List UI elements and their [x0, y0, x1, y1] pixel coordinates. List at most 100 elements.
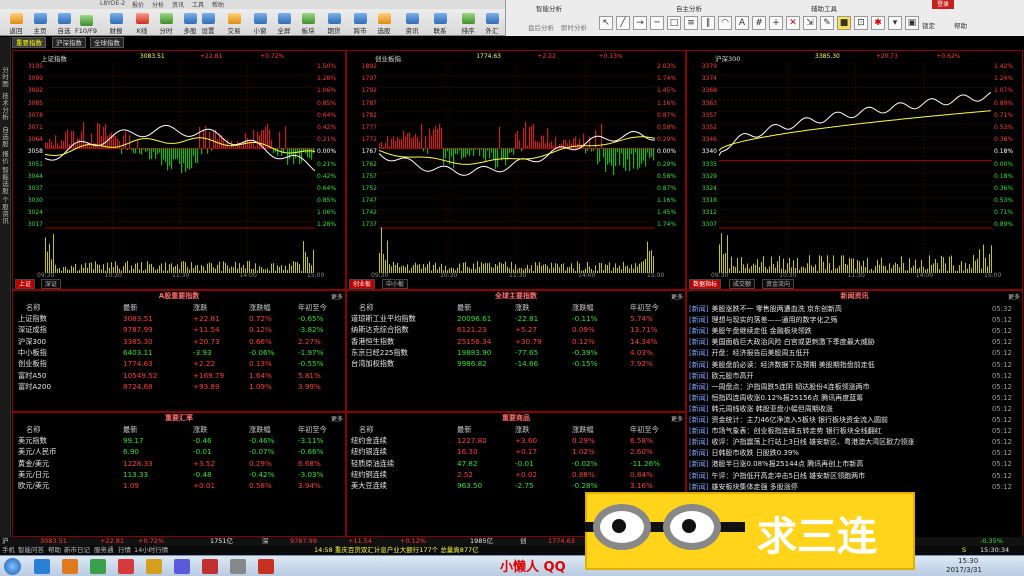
toolbar-button-5[interactable]: K线	[130, 10, 154, 35]
chart-bottom-tab[interactable]: 中小板	[382, 279, 409, 289]
news-item[interactable]: [新闻] 美国面临巨大政治风险 白宫或更刺激下季度最大威胁 05:12	[689, 337, 1020, 348]
toolbar-button-10[interactable]: 小窗	[248, 10, 272, 35]
nav-smart-pick[interactable]: 智能选股	[1, 167, 10, 195]
table-row[interactable]: 纳斯达克综合指数 6121.23 +5.27 0.09% 13.71%	[347, 324, 685, 335]
table-row[interactable]: 富时A200 8724.68 +93.89 1.09% 3.99%	[13, 381, 345, 392]
ray-tool-icon[interactable]: →	[633, 16, 647, 30]
color-tool-icon[interactable]: ■	[837, 16, 851, 30]
taskbar-app-8-icon[interactable]	[230, 559, 246, 574]
taskbar-app-6-icon[interactable]	[174, 559, 190, 574]
news-item[interactable]: [新闻] 韩元周线收涨 韩股亚盘小幅但周期收涨 05:12	[689, 404, 1020, 415]
more-link[interactable]: 更多	[671, 292, 683, 301]
chart-bottom-tab[interactable]: 深证	[41, 279, 62, 289]
lock-tool-icon[interactable]: ⊡	[854, 16, 868, 30]
taskbar-app-5-icon[interactable]	[146, 559, 162, 574]
toolbar-button-18[interactable]: 排序	[456, 10, 480, 35]
status-diary[interactable]: 新市日记	[64, 546, 90, 555]
taskbar-app-4-icon[interactable]	[118, 559, 134, 574]
table-row[interactable]: 纽约银连续 16.30 +0.17 1.02% 2.60%	[347, 446, 685, 457]
save-tool-icon[interactable]: ▣	[905, 16, 919, 30]
table-row[interactable]: 香港恒生指数 25156.34 +30.79 0.12% 14.34%	[347, 336, 685, 347]
news-item[interactable]: [新闻] 一周盘点：沪指周跌5连阴 韧达股份4连板领涨两市 05:12	[689, 382, 1020, 393]
taskbar-app-7-icon[interactable]	[202, 559, 218, 574]
pencil-tool-icon[interactable]: ✎	[820, 16, 834, 30]
news-item[interactable]: [新闻] 欧元股市高开 05:12	[689, 371, 1020, 382]
dock-title-tools[interactable]: 辅助工具	[811, 3, 837, 13]
table-row[interactable]: 上证指数 3083.51 +22.81 0.72% -0.65%	[13, 313, 345, 324]
arc-tool-icon[interactable]: ◠	[718, 16, 732, 30]
dock-title-self[interactable]: 自主分析	[676, 3, 702, 13]
chart-bottom-tab[interactable]: 数据指标	[689, 279, 722, 289]
table-row[interactable]: 创业板指 1774.63 +2.22 0.13% -0.55%	[13, 358, 345, 369]
toolbar-button-3[interactable]: F10/F9	[74, 10, 98, 35]
table-row[interactable]: 深证成指 9787.99 +11.54 0.12% -3.82%	[13, 324, 345, 335]
toolbar-button-1[interactable]: 主页	[28, 10, 52, 35]
login-badge[interactable]: 登录	[932, 0, 954, 9]
status-mobile[interactable]: 手机	[2, 546, 15, 555]
pointer-tool-icon[interactable]: ⇲	[803, 16, 817, 30]
intraday-chart[interactable]	[719, 63, 992, 273]
table-row[interactable]: 道琼斯工业平均指数 20096.61 -22.81 -0.11% 5.74%	[347, 313, 685, 324]
magnet-tool-icon[interactable]: ✱	[871, 16, 885, 30]
tab-important-index[interactable]: 重要指数	[12, 37, 46, 48]
toolbar-button-16[interactable]: 资讯	[400, 10, 424, 35]
dropdown-tool-icon[interactable]: ▾	[888, 16, 902, 30]
taskbar-app-3-icon[interactable]	[90, 559, 106, 574]
dock-title-smart[interactable]: 智能分析	[536, 3, 562, 13]
news-item[interactable]: [新闻] 理想与现实的落差——通用的数字化之殇 05:12	[689, 315, 1020, 326]
news-more-link[interactable]: 更多	[1008, 292, 1020, 301]
news-item[interactable]: [新闻] 午评：沪指低开高走冲击5日线 雄安新区领跑两市 05:12	[689, 471, 1020, 482]
nav-timeshare[interactable]: 分时图	[1, 67, 10, 88]
table-row[interactable]: 欧元/美元 1.09 +0.01 0.58% 3.94%	[13, 480, 345, 491]
toolbar-button-14[interactable]: 跨市	[348, 10, 372, 35]
start-button-icon[interactable]	[4, 558, 21, 575]
chart-bottom-tab[interactable]: 成交额	[729, 279, 756, 289]
news-item[interactable]: [新闻] 日韩股市收跌 日股跌0.39% 05:12	[689, 448, 1020, 459]
table-row[interactable]: 中小板指 6403.11 -3.93 -0.06% -1.97%	[13, 347, 345, 358]
more-link[interactable]: 更多	[331, 414, 343, 423]
chart-bottom-tab[interactable]: 上证	[15, 279, 36, 289]
toolbar-button-17[interactable]: 联系	[428, 10, 452, 35]
toolbar-button-9[interactable]: 交易	[222, 10, 246, 35]
table-row[interactable]: 台湾加权指数 9986.82 -14.66 -0.15% 7.92%	[347, 358, 685, 369]
text-tool-icon[interactable]: A	[735, 16, 749, 30]
cross-tool-icon[interactable]: +	[769, 16, 783, 30]
toolbar-button-11[interactable]: 全屏	[272, 10, 296, 35]
table-row[interactable]: 轻质原油连续 47.82 -0.01 -0.02% -11.26%	[347, 458, 685, 469]
dock-tab-instant[interactable]: 即时分析	[561, 22, 587, 32]
table-row[interactable]: 沪深300 3385.30 +20.73 0.66% 2.27%	[13, 336, 345, 347]
news-item[interactable]: [新闻] 收评：沪指震荡上行站上3日线 雄安新区、粤港澳大湾区掀力领涨 05:12	[689, 437, 1020, 448]
toolbar-button-13[interactable]: 期货	[322, 10, 346, 35]
news-item[interactable]: [新闻] 美股盘前必读：经济数据下及预期 美股期指盘前走低 05:12	[689, 360, 1020, 371]
toolbar-button-8[interactable]: 设置	[196, 10, 220, 35]
taskbar-app-9-icon[interactable]	[258, 559, 274, 574]
table-row[interactable]: 纽约金连续 1227.80 +3.60 0.29% 6.58%	[347, 435, 685, 446]
dock-tab-after[interactable]: 盘后分析	[528, 22, 554, 32]
menu-item-tools[interactable]: 工具	[192, 0, 204, 9]
toolbar-button-4[interactable]: 财报	[104, 10, 128, 35]
nav-technical[interactable]: 技术分析	[1, 93, 10, 121]
menu-item-news[interactable]: 资讯	[172, 0, 184, 9]
news-item[interactable]: [新闻] 开盘：经济报告后美股周五低开 05:12	[689, 348, 1020, 359]
tab-global-index[interactable]: 全球指数	[90, 37, 124, 48]
table-row[interactable]: 富时A50 10549.52 +169.79 1.64% 5.81%	[13, 370, 345, 381]
news-item[interactable]: [新闻] 港股半日涨0.08%报25144点 腾讯再创上市新高 05:12	[689, 459, 1020, 470]
menu-item-analysis[interactable]: 分析	[152, 0, 164, 9]
rect-tool-icon[interactable]: □	[667, 16, 681, 30]
status-service[interactable]: 服务通	[94, 546, 114, 555]
toolbar-button-12[interactable]: 板块	[296, 10, 320, 35]
fib-tool-icon[interactable]: ≡	[684, 16, 698, 30]
nav-stock-news[interactable]: 个股资讯	[1, 197, 10, 225]
table-row[interactable]: 美大豆连续 963.50 -2.75 -0.28% 3.16%	[347, 480, 685, 491]
news-item[interactable]: [新闻] 恒指四连周收涨0.12%报25156点 腾讯再度蓝筹 05:12	[689, 393, 1020, 404]
news-item[interactable]: [新闻] 资金统计：主力46亿净流入5板块 银行板块资金流入圆前 05:12	[689, 415, 1020, 426]
nav-quote[interactable]: 报价	[1, 151, 10, 165]
nav-watchlist[interactable]: 自选股	[1, 127, 10, 148]
chart-bottom-tab[interactable]: 创业板	[349, 279, 376, 289]
channel-tool-icon[interactable]: ∥	[701, 16, 715, 30]
news-item[interactable]: [新闻] 市场气象表：创业板指连续五转走势 银行板块全线翻红 05:12	[689, 426, 1020, 437]
table-row[interactable]: 黄金/美元 1228.33 +3.52 0.29% 6.68%	[13, 458, 345, 469]
toolbar-button-6[interactable]: 分时	[154, 10, 178, 35]
more-link[interactable]: 更多	[671, 414, 683, 423]
menu-item-quote[interactable]: 报价	[132, 0, 144, 9]
